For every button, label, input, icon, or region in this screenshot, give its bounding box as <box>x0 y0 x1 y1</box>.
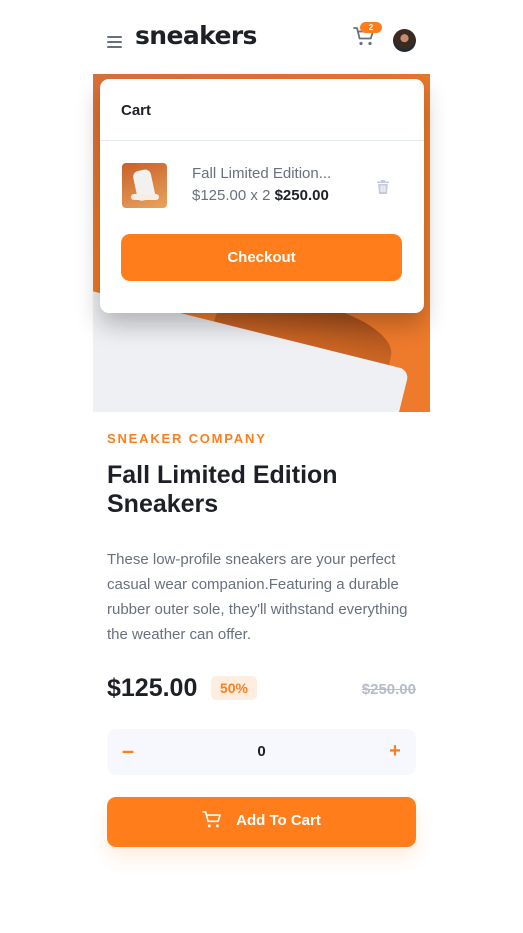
current-price: $125.00 <box>107 674 198 702</box>
cart-divider <box>100 140 424 141</box>
original-price: $250.00 <box>361 681 416 698</box>
increase-quantity-button[interactable]: + <box>388 739 402 763</box>
cart-title: Cart <box>121 102 152 119</box>
product-title: Fall Limited Edition Sneakers <box>107 461 338 518</box>
cart-item-price: $125.00 x 2 $250.00 <box>192 187 329 204</box>
decrease-quantity-button[interactable]: – <box>121 739 135 763</box>
quantity-stepper: 0 – + <box>107 729 416 775</box>
cart-item-unit-price: $125.00 <box>192 187 247 204</box>
menu-icon[interactable] <box>107 36 122 48</box>
cart-item-quantity: x 2 <box>250 187 271 204</box>
header: sneakers 2 <box>93 0 430 74</box>
quantity-value: 0 <box>257 743 266 760</box>
cart-dropdown: Cart Fall Limited Edition... $125.00 x 2… <box>100 79 424 313</box>
company-name: SNEAKER COMPANY <box>107 431 267 446</box>
checkout-button[interactable]: Checkout <box>121 234 402 281</box>
cart-item-total: $250.00 <box>274 187 329 204</box>
cart-item-name: Fall Limited Edition... <box>192 165 332 182</box>
add-to-cart-label: Add To Cart <box>236 811 321 829</box>
discount-badge: 50% <box>211 676 257 700</box>
avatar[interactable] <box>393 29 416 52</box>
cart-count-badge: 2 <box>360 22 382 33</box>
logo[interactable]: sneakers <box>135 21 257 50</box>
cart-item-thumbnail <box>122 163 167 208</box>
cart-icon <box>202 811 222 828</box>
delete-icon[interactable] <box>377 180 389 194</box>
product-description: These low-profile sneakers are your perf… <box>107 551 408 643</box>
add-to-cart-button[interactable]: Add To Cart <box>107 797 416 847</box>
